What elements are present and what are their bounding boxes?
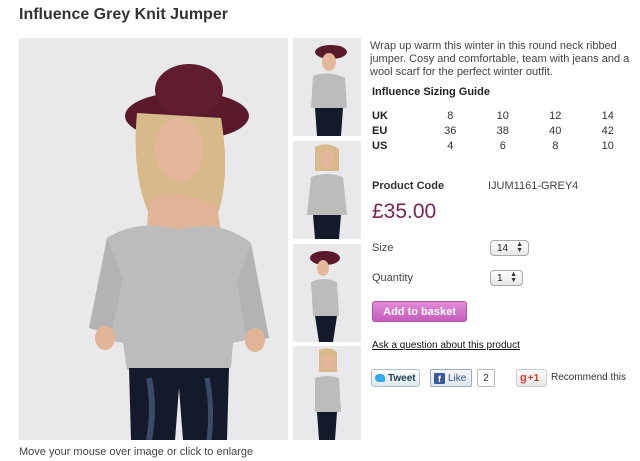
thumbnail-1[interactable]	[293, 38, 361, 136]
thumbnail-3[interactable]	[293, 244, 361, 342]
google-plus-icon: g	[520, 372, 527, 384]
size-cell: 38	[496, 124, 509, 137]
google-plus-button[interactable]: g +1	[516, 369, 547, 387]
sizing-guide-table: UK 8 10 12 14 EU 36 38 40 42 US 4 6 8 10	[372, 108, 634, 153]
size-cell: 10	[601, 139, 614, 152]
like-label: Like	[448, 372, 467, 384]
size-cell: 42	[601, 124, 614, 137]
select-arrows-icon: ▲ ▼	[510, 271, 517, 284]
sizing-guide-title: Influence Sizing Guide	[372, 86, 490, 98]
product-description: Wrap up warm this winter in this round n…	[370, 40, 630, 78]
main-product-image[interactable]	[19, 38, 288, 440]
thumbnail-photo	[293, 38, 361, 136]
product-title: Influence Grey Knit Jumper	[19, 6, 228, 23]
size-cell: 8	[552, 139, 559, 152]
table-row: EU 36 38 40 42	[372, 123, 634, 138]
gplus-label: +1	[527, 372, 540, 384]
thumbnail-photo	[293, 346, 361, 440]
size-label: Size	[372, 242, 394, 254]
size-select-value: 14	[497, 242, 509, 254]
size-cell: 12	[549, 109, 562, 122]
facebook-icon: f	[434, 372, 445, 384]
add-to-basket-button[interactable]: Add to basket	[372, 301, 467, 322]
quantity-select[interactable]: 1 ▲ ▼	[490, 270, 523, 286]
select-arrows-icon: ▲ ▼	[516, 241, 523, 254]
twitter-bird-icon	[375, 374, 385, 382]
model-photo	[19, 38, 288, 440]
quantity-label: Quantity	[372, 272, 413, 284]
thumbnail-photo	[293, 244, 361, 342]
thumbnail-photo	[293, 141, 361, 239]
table-row: UK 8 10 12 14	[372, 108, 634, 123]
size-cell: 6	[499, 139, 506, 152]
size-row-label: EU	[372, 124, 388, 137]
like-count: 2	[477, 369, 495, 387]
size-cell: 10	[496, 109, 509, 122]
image-hint: Move your mouse over image or click to e…	[19, 446, 254, 458]
thumbnail-2[interactable]	[293, 141, 361, 239]
product-code-value: IJUM1161-GREY4	[488, 180, 579, 192]
table-row: US 4 6 8 10	[372, 138, 634, 153]
size-select[interactable]: 14 ▲ ▼	[490, 240, 529, 256]
size-cell: 4	[447, 139, 454, 152]
size-cell: 8	[447, 109, 454, 122]
facebook-like-button[interactable]: f Like	[430, 369, 472, 387]
recommend-text: Recommend this	[551, 372, 627, 383]
tweet-button[interactable]: Tweet	[371, 369, 420, 387]
size-cell: 40	[549, 124, 562, 137]
product-code-label: Product Code	[372, 180, 445, 192]
tweet-label: Tweet	[388, 372, 416, 384]
size-cell: 14	[601, 109, 614, 122]
thumbnail-4[interactable]	[293, 346, 361, 440]
size-row-label: US	[372, 139, 388, 152]
ask-question-link[interactable]: Ask a question about this product	[372, 340, 520, 351]
size-cell: 36	[444, 124, 457, 137]
size-row-label: UK	[372, 109, 388, 122]
quantity-select-value: 1	[497, 272, 503, 284]
product-price: £35.00	[372, 200, 437, 223]
